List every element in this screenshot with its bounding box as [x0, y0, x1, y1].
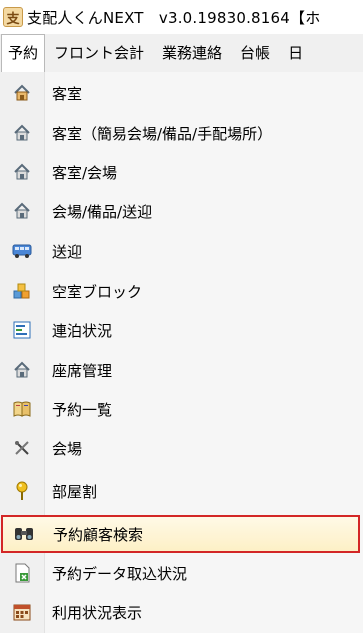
menu-item-label: 会場/備品/送迎 [52, 202, 153, 221]
blocks-icon [0, 282, 44, 300]
menu-item-sogei[interactable]: 送迎 [0, 232, 363, 270]
menu-item-kushitsu-block[interactable]: 空室ブロック [0, 272, 363, 310]
menu-item-label: 部屋割 [52, 482, 98, 501]
menu-yoyaku[interactable]: 予約 [1, 34, 46, 72]
menu-daicho[interactable]: 台帳 [231, 34, 279, 72]
menu-front-kaikei[interactable]: フロント会計 [45, 34, 153, 72]
menu-item-kaijo[interactable]: 会場 [0, 429, 363, 467]
house-icon [0, 84, 44, 102]
menu-item-label: 客室（簡易会場/備品/手配場所） [52, 124, 273, 143]
menu-item-kyakushitsu[interactable]: 客室 [0, 74, 363, 112]
menu-item-label: 空室ブロック [52, 282, 143, 301]
house-icon [0, 202, 44, 220]
title-bar: 支 支配人くんNEXT v3.0.19830.8164【ホ [0, 0, 363, 34]
menu-item-yoyaku-data-torikomi[interactable]: 予約データ取込状況 [0, 554, 363, 592]
menu-item-label: 客室 [52, 84, 83, 103]
menu-item-yoyaku-ichiran[interactable]: 予約一覧 [0, 390, 363, 428]
menu-bar: 予約 フロント会計 業務連絡 台帳 日 [0, 34, 363, 73]
menu-item-zaseki-kanri[interactable]: 座席管理 [0, 351, 363, 389]
menu-item-yoyaku-kokyaku-kensaku[interactable]: 予約顧客検索 [1, 515, 360, 553]
menu-item-kyakushitsu-kaijo[interactable]: 客室/会場 [0, 153, 363, 191]
import-icon [0, 563, 44, 583]
reservation-dropdown-menu: 客室 客室（簡易会場/備品/手配場所） 客室/会場 会場/備品/送迎 送迎 空室… [0, 72, 363, 633]
house-icon [0, 361, 44, 379]
chart-icon [0, 321, 44, 339]
menu-item-heyawari[interactable]: 部屋割 [0, 472, 363, 510]
menu-item-riyo-jokyo-hyoji[interactable]: 利用状況表示 [0, 593, 363, 631]
menu-item-kyakushitsu-kani[interactable]: 客室（簡易会場/備品/手配場所） [0, 114, 363, 152]
utensils-icon [0, 439, 44, 457]
calendar-icon [0, 603, 44, 621]
menu-item-label: 会場 [52, 439, 83, 458]
menu-item-label: 予約データ取込状況 [52, 564, 188, 583]
pin-icon [0, 481, 44, 501]
menu-item-label: 利用状況表示 [52, 603, 143, 622]
menu-item-label: 客室/会場 [52, 163, 118, 182]
book-icon [0, 400, 44, 418]
binoculars-icon [3, 525, 45, 543]
menu-item-label: 予約顧客検索 [53, 525, 144, 544]
menu-item-label: 連泊状況 [52, 321, 113, 340]
menu-item-label: 送迎 [52, 242, 83, 261]
menu-gyomu-renraku[interactable]: 業務連絡 [153, 34, 231, 72]
menu-item-renpaku-jokyo[interactable]: 連泊状況 [0, 311, 363, 349]
house-icon [0, 124, 44, 142]
app-logo-icon: 支 [3, 7, 23, 27]
menu-item-kaijo-bihin-sogei[interactable]: 会場/備品/送迎 [0, 192, 363, 230]
house-icon [0, 163, 44, 181]
bus-icon [0, 243, 44, 259]
menu-item-label: 予約一覧 [52, 400, 113, 419]
menu-item-label: 座席管理 [52, 361, 113, 380]
window-title: 支配人くんNEXT v3.0.19830.8164【ホ [27, 8, 321, 27]
menu-partial[interactable]: 日 [279, 34, 312, 72]
